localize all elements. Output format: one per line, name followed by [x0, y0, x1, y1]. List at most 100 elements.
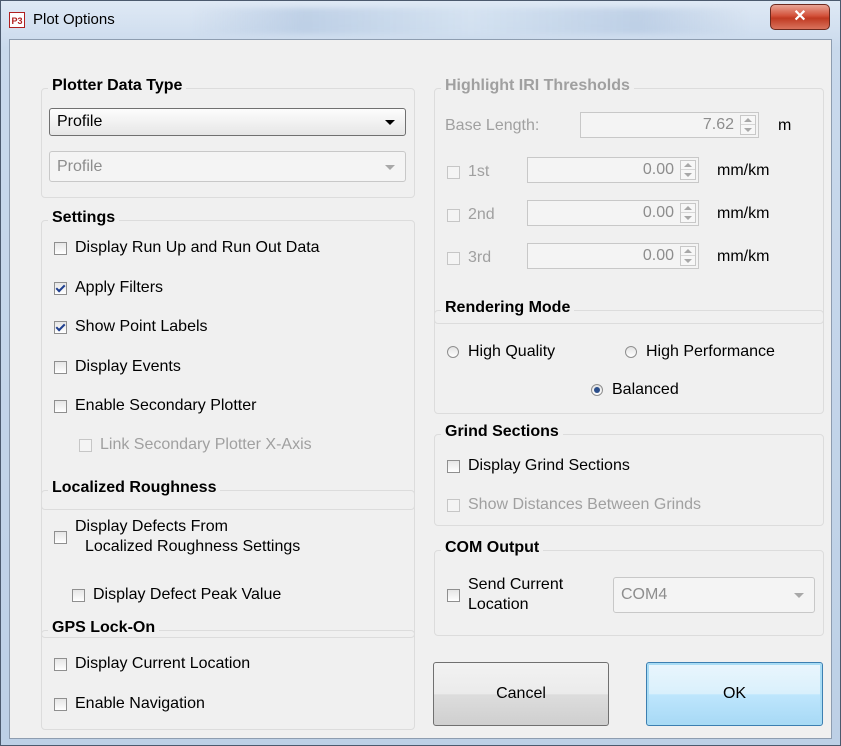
spinner-down-icon: [744, 128, 752, 132]
plotter-data-subtype-select: Profile: [49, 151, 406, 182]
select-value: COM4: [621, 586, 668, 603]
enable-navigation-checkbox[interactable]: Enable Navigation: [54, 695, 205, 713]
display-defect-peak-checkbox[interactable]: Display Defect Peak Value: [72, 586, 281, 604]
checkbox-label: Apply Filters: [75, 279, 164, 296]
checkbox-label: Display Current Location: [75, 655, 251, 672]
checkbox-label-line1: Display Defects From: [75, 518, 228, 535]
threshold-1st-checkbox: 1st: [447, 163, 489, 181]
base-length-label: Base Length:: [445, 117, 540, 134]
group-title: Localized Roughness: [48, 479, 221, 497]
cancel-button[interactable]: Cancel: [433, 662, 609, 726]
spinner-down-icon: [684, 259, 692, 263]
checkbox-label: Show Point Labels: [75, 318, 208, 335]
checkbox-box: [447, 251, 460, 265]
plotter-data-type-select[interactable]: Profile: [49, 108, 406, 136]
threshold-2nd-checkbox: 2nd: [447, 206, 495, 224]
select-value: Profile: [57, 113, 103, 130]
checkbox-label: 3rd: [468, 249, 492, 266]
radio-circle: [591, 384, 603, 396]
spinner: [680, 246, 696, 266]
checkbox-label-line1: Send Current: [468, 576, 564, 593]
radio-label: High Quality: [468, 343, 556, 360]
high-performance-radio[interactable]: High Performance: [625, 343, 775, 361]
chevron-down-icon: [385, 120, 395, 125]
base-length-input: 7.62: [580, 112, 759, 138]
spinner-up-icon: [744, 118, 752, 122]
group-title: Plotter Data Type: [48, 77, 187, 95]
send-current-location-checkbox[interactable]: Send Current Location: [447, 575, 563, 615]
show-distances-checkbox: Show Distances Between Grinds: [447, 496, 701, 514]
balanced-radio[interactable]: Balanced: [591, 381, 679, 399]
spinner: [740, 115, 756, 135]
checkbox-box: [54, 697, 67, 711]
settings-group: Settings Display Run Up and Run Out Data…: [41, 209, 415, 510]
field-value: 0.00: [642, 161, 674, 178]
spinner: [680, 203, 696, 223]
display-grind-sections-checkbox[interactable]: Display Grind Sections: [447, 457, 630, 475]
display-events-checkbox[interactable]: Display Events: [54, 358, 181, 376]
apply-filters-checkbox[interactable]: Apply Filters: [54, 279, 163, 297]
spinner-down-icon: [684, 173, 692, 177]
grind-sections-group: Grind Sections Display Grind Sections Sh…: [434, 423, 824, 526]
checkbox-box: [54, 657, 67, 671]
checkbox-label: 1st: [468, 163, 490, 180]
checkbox-box: [54, 360, 67, 374]
spinner-up-icon: [684, 163, 692, 167]
threshold-unit: mm/km: [717, 248, 770, 265]
rendering-mode-group: Rendering Mode High Quality High Perform…: [434, 299, 824, 414]
group-title: Highlight IRI Thresholds: [441, 77, 634, 95]
close-button[interactable]: ✕: [770, 4, 830, 30]
group-title: GPS Lock-On: [48, 619, 160, 637]
spinner: [680, 160, 696, 180]
run-up-run-out-checkbox[interactable]: Display Run Up and Run Out Data: [54, 239, 320, 257]
checkbox-label-line2: Location: [468, 596, 529, 613]
base-length-unit: m: [778, 117, 792, 134]
checkbox-label: Display Defect Peak Value: [93, 586, 282, 603]
radio-label: High Performance: [646, 343, 775, 360]
show-point-labels-checkbox[interactable]: Show Point Labels: [54, 318, 208, 336]
display-current-location-checkbox[interactable]: Display Current Location: [54, 655, 250, 673]
threshold-2nd-input: 0.00: [527, 200, 699, 226]
checkbox-box: [54, 281, 67, 295]
threshold-1st-input: 0.00: [527, 157, 699, 183]
group-title: Settings: [48, 209, 120, 227]
ok-button[interactable]: OK: [646, 662, 823, 726]
enable-secondary-plotter-checkbox[interactable]: Enable Secondary Plotter: [54, 397, 256, 415]
title-bar-glass: [191, 8, 751, 34]
spinner-down-icon: [684, 216, 692, 220]
checkbox-label: Display Grind Sections: [468, 457, 630, 474]
title-bar[interactable]: P3 Plot Options ✕: [1, 1, 840, 39]
close-icon: ✕: [793, 8, 807, 25]
checkbox-box: [447, 588, 460, 602]
window-title: Plot Options: [33, 11, 115, 28]
group-title: Grind Sections: [441, 423, 563, 441]
field-value: 0.00: [642, 247, 674, 264]
radio-circle: [625, 346, 637, 358]
chevron-down-icon: [794, 593, 804, 598]
checkbox-label: Display Events: [75, 358, 181, 375]
com-output-group: COM Output Send Current Location COM4: [434, 539, 824, 636]
checkbox-box: [79, 438, 92, 452]
link-secondary-x-axis-checkbox: Link Secondary Plotter X-Axis: [79, 436, 312, 454]
spinner-up-icon: [684, 206, 692, 210]
gps-lock-on-group: GPS Lock-On Display Current Location Ena…: [41, 619, 415, 730]
checkbox-box: [447, 208, 460, 222]
checkbox-box: [72, 588, 85, 602]
field-value: 0.00: [642, 204, 674, 221]
threshold-3rd-checkbox: 3rd: [447, 249, 491, 267]
high-quality-radio[interactable]: High Quality: [447, 343, 555, 361]
group-title: COM Output: [441, 539, 544, 557]
checkbox-label: Enable Secondary Plotter: [75, 397, 257, 414]
field-value: 7.62: [702, 116, 734, 133]
checkbox-label: Enable Navigation: [75, 695, 205, 712]
display-defects-checkbox[interactable]: Display Defects From Localized Roughness…: [54, 517, 300, 557]
threshold-unit: mm/km: [717, 205, 770, 222]
checkbox-label-line2: Localized Roughness Settings: [85, 538, 301, 555]
checkbox-box: [54, 399, 67, 413]
checkbox-box: [447, 165, 460, 179]
chevron-down-icon: [385, 164, 395, 170]
threshold-3rd-input: 0.00: [527, 243, 699, 269]
plotter-data-type-group: Plotter Data Type Profile Profile: [41, 77, 415, 198]
select-value: Profile: [57, 158, 103, 175]
iri-thresholds-group: Highlight IRI Thresholds Base Length: 7.…: [434, 77, 824, 324]
